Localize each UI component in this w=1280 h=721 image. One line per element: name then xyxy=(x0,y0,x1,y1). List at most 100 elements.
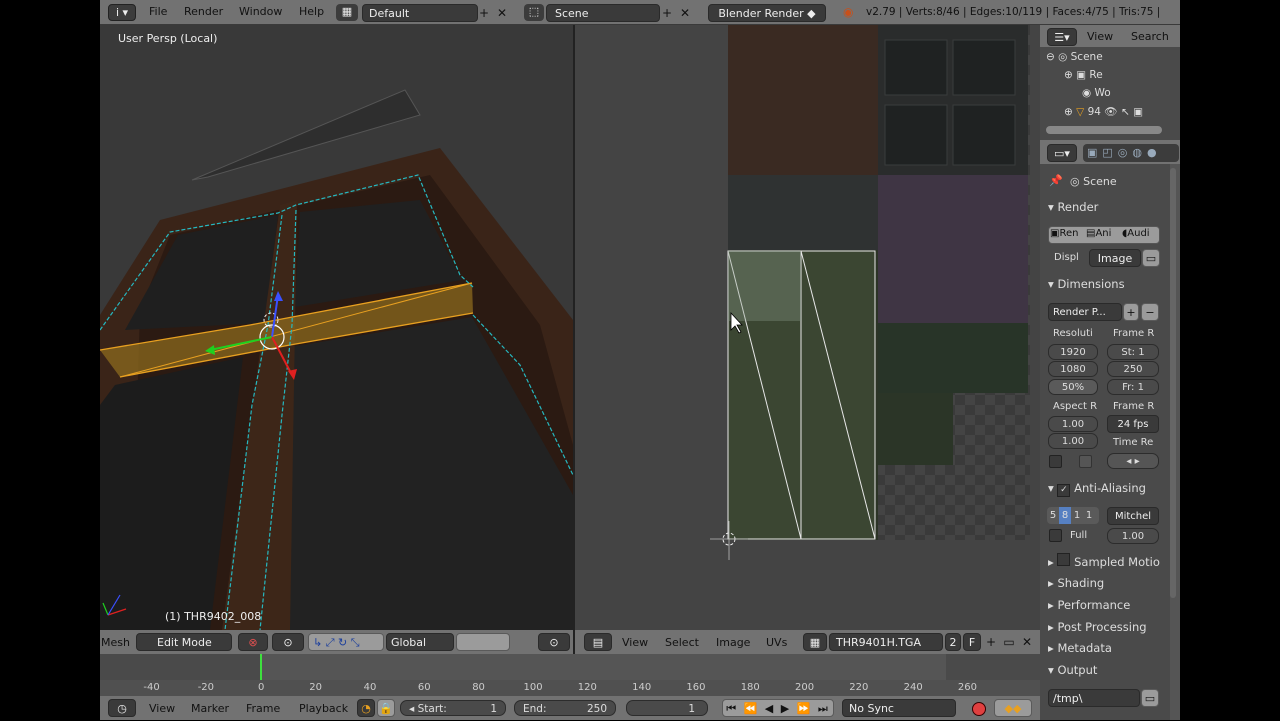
aa-sample-11[interactable]: 1 xyxy=(1071,507,1083,524)
shading-panel[interactable]: ▸ Shading xyxy=(1048,573,1104,593)
sync-select[interactable]: No Sync xyxy=(842,699,956,717)
outliner-type-button[interactable]: ☰▾ xyxy=(1047,28,1077,46)
output-panel[interactable]: ▾ Output xyxy=(1048,660,1097,680)
image-browse-button[interactable]: ▦ xyxy=(803,633,827,651)
timeline-menu-playback[interactable]: Playback xyxy=(299,697,348,721)
render-audio-button[interactable]: ◖Audi xyxy=(1122,228,1160,239)
motion-blur-checkbox[interactable] xyxy=(1057,553,1071,566)
close-layout-button[interactable]: ✕ xyxy=(494,5,510,21)
render-panel-header[interactable]: ▾ Render xyxy=(1048,197,1098,217)
end-frame-field[interactable]: End: 250 xyxy=(514,700,616,716)
crop-checkbox[interactable] xyxy=(1079,455,1092,468)
image-name-field[interactable]: THR9401H.TGA xyxy=(829,633,943,651)
full-sample-checkbox[interactable] xyxy=(1049,529,1062,542)
frame-start-field[interactable]: St: 1 xyxy=(1107,344,1159,360)
aa-filter-select[interactable]: Mitchel xyxy=(1107,507,1159,525)
render-animation-button[interactable]: ▤Ani xyxy=(1086,228,1120,239)
menu-window[interactable]: Window xyxy=(239,0,282,24)
record-button[interactable] xyxy=(972,702,986,716)
render-preset-select[interactable]: Render P... xyxy=(1048,303,1122,321)
output-path-field[interactable]: /tmp\ xyxy=(1048,689,1140,707)
menu-render[interactable]: Render xyxy=(184,0,223,24)
timeline-menu-marker[interactable]: Marker xyxy=(191,697,229,721)
layout-field[interactable]: Default xyxy=(362,4,478,22)
aspect-x-field[interactable]: 1.00 xyxy=(1048,416,1098,432)
timeline-menu-frame[interactable]: Frame xyxy=(246,697,280,721)
output-browse-button[interactable]: ▭ xyxy=(1141,689,1159,707)
render-image-button[interactable]: ▣Ren xyxy=(1050,228,1084,239)
current-frame-field[interactable]: 1 xyxy=(626,700,708,716)
uv-menu-view[interactable]: View xyxy=(622,631,648,655)
aa-sample-8[interactable]: 8 xyxy=(1059,507,1071,524)
anti-aliasing-panel-header[interactable]: ▾ ✓ Anti-Aliasing xyxy=(1048,478,1146,498)
sampled-motion-blur-panel[interactable]: ▸ Sampled Motio xyxy=(1048,552,1160,572)
outliner-item-scene[interactable]: ⊖ ◎ Scene xyxy=(1046,51,1166,63)
timeline-type-button[interactable]: ◷ xyxy=(108,699,136,717)
properties-type-button[interactable]: ▭▾ xyxy=(1047,144,1077,162)
pivot-select[interactable]: ⊙ xyxy=(272,633,304,651)
timeline-current-frame-marker[interactable] xyxy=(260,654,262,680)
playback-controls[interactable]: ⏮ ⏪ ◀ ▶ ⏩ ⏭ xyxy=(722,699,834,717)
outliner-item-object[interactable]: ⊕ ▽ 94 👁 ↖ ▣ xyxy=(1064,105,1174,118)
add-preset-button[interactable]: + xyxy=(1123,303,1139,321)
uv-menu-image[interactable]: Image xyxy=(716,631,750,655)
add-scene-button[interactable]: + xyxy=(659,5,675,21)
unlink-image-button[interactable]: ✕ xyxy=(1019,634,1035,650)
outliner-item-render-layers[interactable]: ⊕ ▣ Re xyxy=(1064,69,1164,81)
border-checkbox[interactable] xyxy=(1049,455,1062,468)
aspect-y-field[interactable]: 1.00 xyxy=(1048,433,1098,449)
outliner-menu-search[interactable]: Search xyxy=(1131,30,1169,43)
remove-preset-button[interactable]: − xyxy=(1141,303,1159,321)
add-layout-button[interactable]: + xyxy=(476,5,492,21)
render-engine-select[interactable]: Blender Render ◆ xyxy=(708,4,826,22)
preview-range-button[interactable]: ◔ xyxy=(357,699,375,717)
shading-select[interactable]: ⊗ xyxy=(238,633,268,651)
frame-end-field[interactable]: 250 xyxy=(1107,361,1159,377)
menu-help[interactable]: Help xyxy=(299,0,324,24)
frame-rate-select[interactable]: 24 fps xyxy=(1107,415,1159,433)
proportional-select[interactable]: ⊙ xyxy=(538,633,570,651)
menu-file[interactable]: File xyxy=(149,0,167,24)
resolution-x-field[interactable]: 1920 xyxy=(1048,344,1098,360)
properties-context-tabs[interactable]: ▣◰◎◍● xyxy=(1083,144,1179,162)
resolution-y-field[interactable]: 1080 xyxy=(1048,361,1098,377)
metadata-panel[interactable]: ▸ Metadata xyxy=(1048,638,1112,658)
uv-menu-select[interactable]: Select xyxy=(665,631,699,655)
lock-range-button[interactable]: 🔒 xyxy=(377,699,395,717)
frame-step-field[interactable]: Fr: 1 xyxy=(1107,379,1159,395)
display-select[interactable]: Image xyxy=(1089,249,1141,267)
new-image-button[interactable]: + xyxy=(983,634,999,650)
uv-menu-uvs[interactable]: UVs xyxy=(766,631,787,655)
close-scene-button[interactable]: ✕ xyxy=(677,5,693,21)
display-icon-button[interactable]: ▭ xyxy=(1142,249,1160,267)
outliner-menu-view[interactable]: View xyxy=(1087,30,1113,43)
time-remap-field[interactable]: ◂ ▸ xyxy=(1107,453,1159,469)
dimensions-panel-header[interactable]: ▾ Dimensions xyxy=(1048,274,1125,294)
fake-user-button[interactable]: F xyxy=(963,633,981,651)
3d-viewport[interactable]: User Persp (Local) (1) THR9402_008 xyxy=(100,25,573,630)
mesh-menu[interactable]: Mesh xyxy=(100,636,130,649)
orientation-select[interactable]: Global xyxy=(386,633,454,651)
layers-buttons[interactable] xyxy=(456,633,510,651)
info-editor-type-button[interactable]: i ▾ xyxy=(108,4,136,21)
anti-aliasing-checkbox[interactable]: ✓ xyxy=(1057,484,1071,497)
performance-panel[interactable]: ▸ Performance xyxy=(1048,595,1130,615)
resolution-percentage-field[interactable]: 50% xyxy=(1048,379,1098,395)
uv-editor-type-button[interactable]: ▤ xyxy=(584,633,612,651)
open-image-button[interactable]: ▭ xyxy=(1001,634,1017,650)
outliner-scrollbar[interactable] xyxy=(1046,126,1162,134)
mode-select[interactable]: Edit Mode xyxy=(136,633,232,651)
post-processing-panel[interactable]: ▸ Post Processing xyxy=(1048,617,1147,637)
outliner-item-world[interactable]: ◉ Wo xyxy=(1082,87,1162,99)
aa-sample-16[interactable]: 1 xyxy=(1083,507,1095,524)
aa-samples-group[interactable]: 5811 xyxy=(1047,507,1099,524)
manipulator-toggle[interactable]: ↳ ⤢ ↻ ⤡ xyxy=(308,633,384,651)
layout-icon[interactable]: ▦ xyxy=(336,4,358,21)
scene-field[interactable]: Scene xyxy=(546,4,660,22)
properties-scrollbar[interactable] xyxy=(1170,168,1176,598)
context-pin-icon[interactable]: 📌 xyxy=(1049,174,1063,187)
uv-editor[interactable] xyxy=(575,25,1040,630)
keying-set-button[interactable]: ◆◆ xyxy=(994,699,1032,717)
aa-sample-5[interactable]: 5 xyxy=(1047,507,1059,524)
filter-size-field[interactable]: 1.00 xyxy=(1107,528,1159,544)
